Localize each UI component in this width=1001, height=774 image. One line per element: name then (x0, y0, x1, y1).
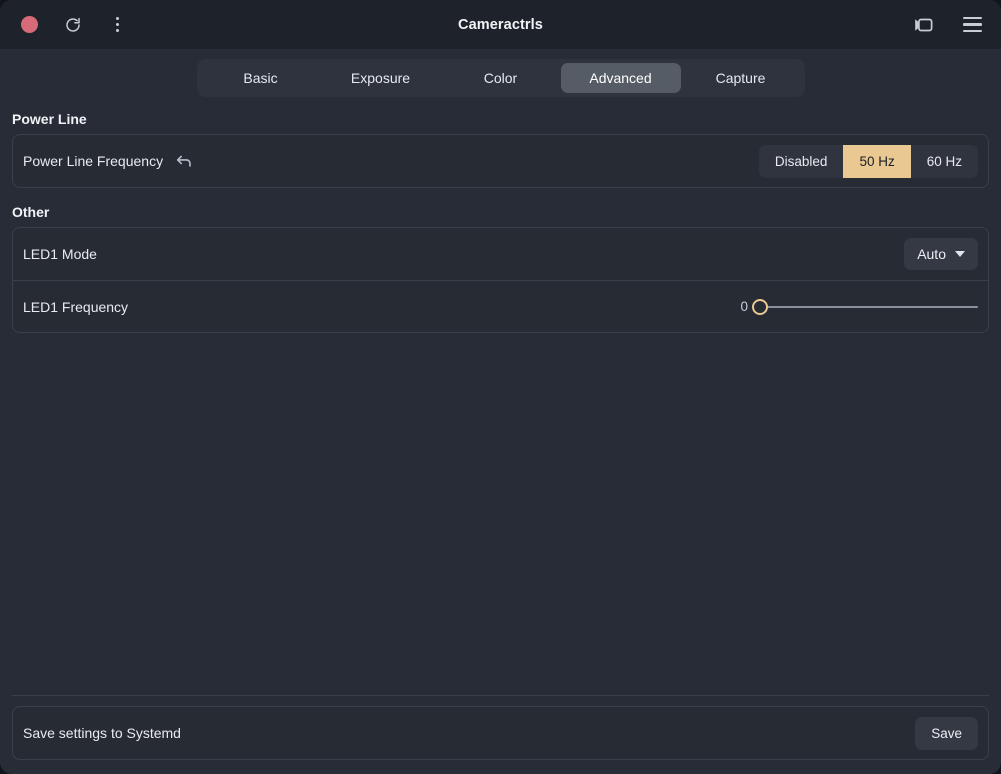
main-menu-button[interactable] (957, 10, 987, 40)
tab-exposure[interactable]: Exposure (321, 63, 441, 93)
slider-knob[interactable] (752, 298, 768, 315)
settings-content: Power Line Power Line Frequency Disabled (0, 105, 1001, 774)
tab-bar-container: Basic Exposure Color Advanced Capture (0, 49, 1001, 105)
led1-mode-value: Auto (917, 246, 946, 262)
record-dot-icon (20, 16, 38, 33)
section-title-other: Other (12, 204, 50, 220)
row-led1-mode: LED1 Mode Auto (13, 228, 988, 280)
segment-disabled[interactable]: Disabled (759, 145, 844, 178)
tab-color[interactable]: Color (441, 63, 561, 93)
chevron-down-icon (955, 251, 965, 257)
row-power-line-frequency: Power Line Frequency Disabled 50 Hz 60 H… (13, 135, 988, 187)
titlebar-right-controls (909, 10, 987, 40)
hamburger-menu-icon (962, 16, 982, 33)
power-line-card: Power Line Frequency Disabled 50 Hz 60 H… (12, 134, 989, 188)
refresh-icon (66, 17, 80, 32)
row-save-settings: Save settings to Systemd Save (13, 707, 988, 759)
row-label-group: LED1 Frequency (23, 299, 128, 315)
undo-arrow-icon[interactable] (175, 152, 193, 170)
tab-capture[interactable]: Capture (681, 63, 801, 93)
window-title: Cameractrls (458, 16, 543, 33)
three-dots-vertical-icon (115, 17, 119, 32)
tab-bar: Basic Exposure Color Advanced Capture (196, 59, 805, 97)
power-line-frequency-label: Power Line Frequency (23, 153, 164, 169)
led1-mode-label: LED1 Mode (23, 246, 97, 262)
save-settings-label: Save settings to Systemd (23, 725, 181, 741)
camera-device-button[interactable] (909, 10, 939, 40)
slider-track (760, 305, 978, 308)
tab-advanced[interactable]: Advanced (560, 63, 681, 93)
row-led1-frequency: LED1 Frequency 0 (13, 280, 988, 332)
led1-frequency-label: LED1 Frequency (23, 298, 129, 315)
led1-frequency-value: 0 (740, 299, 748, 314)
segment-60hz[interactable]: 60 Hz (911, 145, 978, 178)
save-settings-card: Save settings to Systemd Save (12, 706, 989, 760)
titlebar: Cameractrls (0, 0, 1001, 49)
other-card: LED1 Mode Auto LED1 Frequency 0 (12, 227, 989, 333)
app-window: Cameractrls Basic Exposure Color Advance… (0, 0, 1001, 774)
video-camera-icon (915, 18, 933, 31)
segment-50hz[interactable]: 50 Hz (843, 144, 911, 178)
power-line-frequency-control: Disabled 50 Hz 60 Hz (758, 144, 978, 178)
row-label-group: LED1 Mode (23, 246, 97, 262)
led1-frequency-control: 0 (738, 298, 978, 316)
section-title-power-line: Power Line (12, 111, 87, 127)
led1-frequency-slider[interactable] (752, 298, 978, 316)
footer-separator (12, 695, 989, 696)
power-line-frequency-segmented: Disabled 50 Hz 60 Hz (758, 144, 978, 178)
titlebar-left-controls (14, 10, 132, 40)
row-label-group: Save settings to Systemd (23, 725, 181, 741)
led1-mode-control: Auto (904, 238, 978, 270)
tab-basic[interactable]: Basic (201, 63, 321, 93)
save-button[interactable]: Save (915, 716, 978, 750)
led1-mode-dropdown[interactable]: Auto (904, 238, 978, 270)
more-options-button[interactable] (102, 10, 132, 40)
undo-arrow-glyph (176, 155, 191, 167)
refresh-button[interactable] (58, 10, 88, 40)
row-label-group: Power Line Frequency (23, 152, 193, 170)
save-settings-control: Save (915, 716, 978, 750)
record-button[interactable] (14, 10, 44, 40)
